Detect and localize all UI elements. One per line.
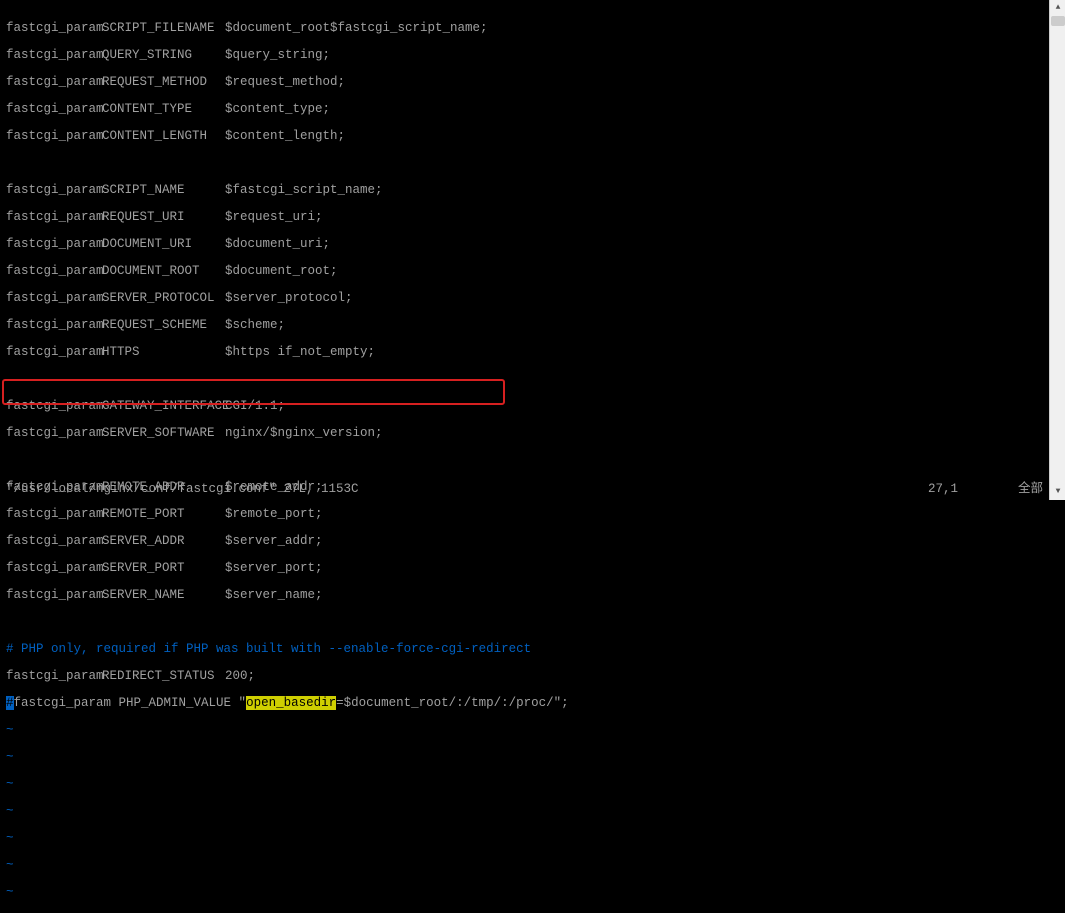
config-line: fastcgi_paramSCRIPT_NAME$fastcgi_script_…	[6, 184, 1043, 198]
config-line: fastcgi_paramCONTENT_TYPE$content_type;	[6, 103, 1043, 117]
config-line: fastcgi_paramSERVER_NAME$server_name;	[6, 589, 1043, 603]
config-line: fastcgi_paramGATEWAY_INTERFACECGI/1.1;	[6, 400, 1043, 414]
status-file-info: "/usr/local/nginx/conf/fastcgi.conf" 27L…	[6, 483, 359, 497]
status-cursor-pos: 27,1	[928, 483, 958, 497]
edited-line: #fastcgi_param PHP_ADMIN_VALUE "open_bas…	[6, 697, 1043, 711]
vim-tilde: ~	[6, 751, 1043, 765]
blank-line	[6, 454, 1043, 468]
config-line: fastcgi_paramQUERY_STRING$query_string;	[6, 49, 1043, 63]
config-line: fastcgi_paramSCRIPT_FILENAME$document_ro…	[6, 22, 1043, 36]
config-line: fastcgi_paramHTTPS$https if_not_empty;	[6, 346, 1043, 360]
scrollbar-thumb[interactable]	[1051, 16, 1065, 26]
vertical-scrollbar[interactable]: ▲ ▼	[1049, 0, 1065, 500]
config-line: fastcgi_paramSERVER_PROTOCOL$server_prot…	[6, 292, 1043, 306]
blank-line	[6, 373, 1043, 387]
vim-tilde: ~	[6, 859, 1043, 873]
status-percent: 全部	[1018, 483, 1043, 497]
blank-line	[6, 616, 1043, 630]
config-line: fastcgi_paramREMOTE_PORT$remote_port;	[6, 508, 1043, 522]
config-line: fastcgi_paramSERVER_PORT$server_port;	[6, 562, 1043, 576]
config-line: fastcgi_paramCONTENT_LENGTH$content_leng…	[6, 130, 1043, 144]
config-line: fastcgi_paramDOCUMENT_URI$document_uri;	[6, 238, 1043, 252]
config-line: fastcgi_paramREQUEST_URI$request_uri;	[6, 211, 1043, 225]
config-line: fastcgi_paramREDIRECT_STATUS200;	[6, 670, 1043, 684]
vim-tilde: ~	[6, 724, 1043, 738]
blank-line	[6, 157, 1043, 171]
config-line: fastcgi_paramREQUEST_SCHEME$scheme;	[6, 319, 1043, 333]
config-line: fastcgi_paramREQUEST_METHOD$request_meth…	[6, 76, 1043, 90]
config-line: fastcgi_paramDOCUMENT_ROOT$document_root…	[6, 265, 1043, 279]
vim-status-line: "/usr/local/nginx/conf/fastcgi.conf" 27L…	[6, 483, 1043, 497]
vim-tilde: ~	[6, 886, 1043, 900]
vim-tilde: ~	[6, 832, 1043, 846]
comment-line: # PHP only, required if PHP was built wi…	[6, 643, 1043, 657]
search-match-highlight: open_basedir	[246, 696, 336, 710]
scroll-up-arrow[interactable]: ▲	[1050, 0, 1065, 16]
config-line: fastcgi_paramSERVER_SOFTWAREnginx/$nginx…	[6, 427, 1043, 441]
config-line: fastcgi_paramSERVER_ADDR$server_addr;	[6, 535, 1043, 549]
terminal-viewport[interactable]: fastcgi_paramSCRIPT_FILENAME$document_ro…	[0, 0, 1049, 500]
vim-tilde: ~	[6, 778, 1043, 792]
cursor: #	[6, 696, 14, 710]
scroll-down-arrow[interactable]: ▼	[1050, 484, 1065, 500]
vim-tilde: ~	[6, 805, 1043, 819]
